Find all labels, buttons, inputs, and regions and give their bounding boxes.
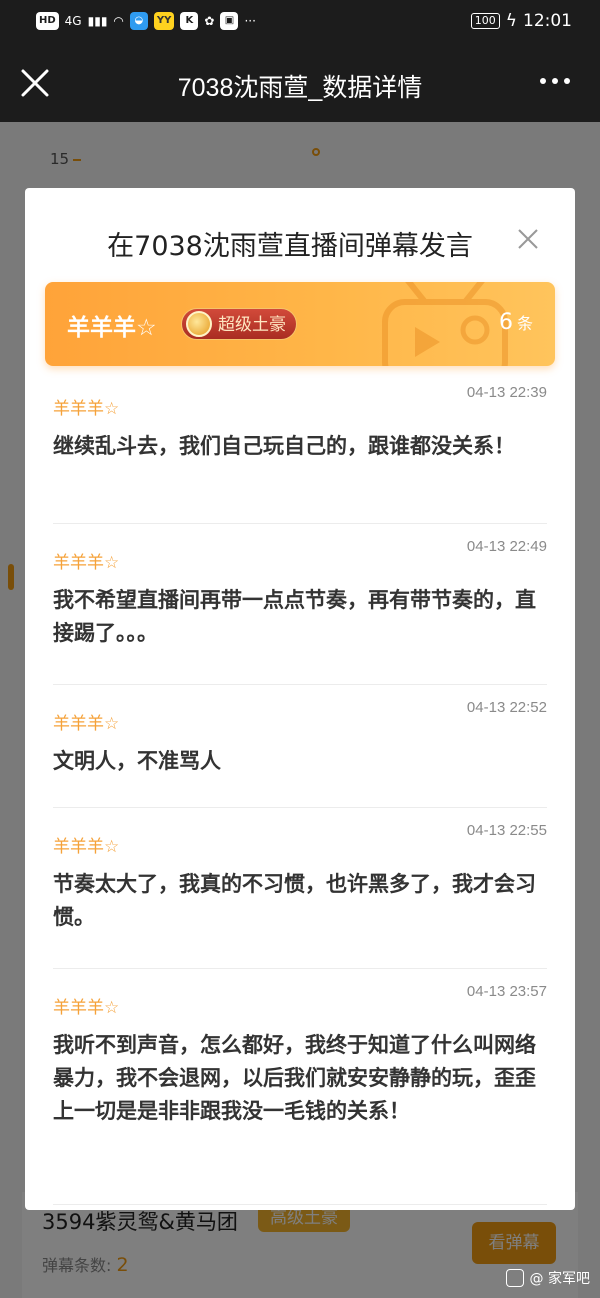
page-title: 7038沈雨萱_数据详情	[177, 74, 423, 102]
message-username: 羊羊羊☆	[53, 553, 120, 573]
image-app-icon: ▣	[220, 12, 239, 30]
message-text: 节奏太大了，我真的不习惯，也许黑多了，我才会习惯。	[53, 872, 536, 929]
hd-indicator: HD	[36, 12, 59, 30]
yy-app-icon: YY	[153, 12, 175, 30]
more-notifications-icon: ···	[244, 14, 256, 28]
signal-bars-icon: ▮▮▮	[87, 14, 108, 28]
status-right: 100 ϟ 12:01	[470, 11, 572, 31]
list-item: 羊羊羊☆ 04-13 22:55 节奏太大了，我真的不习惯，也许黑多了，我才会习…	[53, 808, 547, 969]
message-text: 继续乱斗去，我们自己玩自己的，跟谁都没关系！	[53, 434, 515, 458]
banner-username: 羊羊羊☆	[67, 315, 157, 341]
message-timestamp: 04-13 22:49	[466, 538, 547, 555]
battery-icon: 100	[470, 13, 500, 29]
list-item: 羊羊羊☆ 04-13 23:57 我听不到声音，怎么都好，我终于知道了什么叫网络…	[53, 969, 547, 1205]
list-item: 羊羊羊☆ 04-13 22:49 我不希望直播间再带一点点节奏，再有带节奏的，直…	[53, 524, 547, 685]
message-timestamp: 04-13 22:55	[466, 822, 547, 839]
signal-icon: 4G	[64, 14, 82, 28]
weibo-logo-icon	[505, 1269, 524, 1287]
app-bar: 7038沈雨萱_数据详情	[0, 44, 600, 122]
charging-icon: ϟ	[505, 11, 517, 31]
message-text: 我听不到声音，怎么都好，我终于知道了什么叫网络暴力，我不会退网，以后我们就安安静…	[53, 1033, 536, 1123]
message-count: 6条	[498, 310, 533, 335]
status-icons: HD 4G ▮▮▮ ◠ ◒ YY K ✿ ▣ ···	[36, 12, 256, 30]
message-timestamp: 04-13 23:57	[466, 983, 547, 1000]
more-options-icon[interactable]	[540, 78, 570, 84]
modal-title: 在7038沈雨萱直播间弹幕发言	[107, 231, 473, 262]
color-app-icon: ✿	[204, 14, 215, 28]
danmaku-modal: 在7038沈雨萱直播间弹幕发言 羊羊羊☆ 超级土豪 6条 羊羊羊☆ 04-13 …	[25, 188, 575, 1210]
message-timestamp: 04-13 22:52	[466, 699, 547, 716]
clock: 12:01	[523, 11, 572, 31]
wifi-icon: ◠	[113, 14, 124, 28]
message-list: 羊羊羊☆ 04-13 22:39 继续乱斗去，我们自己玩自己的，跟谁都没关系！ …	[53, 370, 547, 1205]
list-item: 羊羊羊☆ 04-13 22:52 文明人，不准骂人	[53, 685, 547, 808]
message-username: 羊羊羊☆	[53, 837, 120, 857]
message-text: 文明人，不准骂人	[53, 749, 221, 773]
message-username: 羊羊羊☆	[53, 714, 120, 734]
status-bar: HD 4G ▮▮▮ ◠ ◒ YY K ✿ ▣ ··· 100 ϟ 12:01	[0, 0, 600, 44]
message-username: 羊羊羊☆	[53, 399, 120, 419]
medal-icon	[186, 311, 212, 337]
message-timestamp: 04-13 22:39	[466, 384, 547, 401]
watermark: @ 家军吧	[505, 1268, 590, 1288]
close-icon[interactable]	[517, 228, 539, 250]
message-username: 羊羊羊☆	[53, 998, 120, 1018]
k-app-icon: K	[180, 12, 199, 30]
user-banner: 羊羊羊☆ 超级土豪 6条	[45, 282, 555, 366]
super-tycoon-badge: 超级土豪	[181, 308, 297, 340]
app-notification-icon: ◒	[129, 12, 148, 30]
message-text: 我不希望直播间再带一点点节奏，再有带节奏的，直接踢了。。。	[53, 588, 536, 645]
list-item: 羊羊羊☆ 04-13 22:39 继续乱斗去，我们自己玩自己的，跟谁都没关系！	[53, 370, 547, 524]
